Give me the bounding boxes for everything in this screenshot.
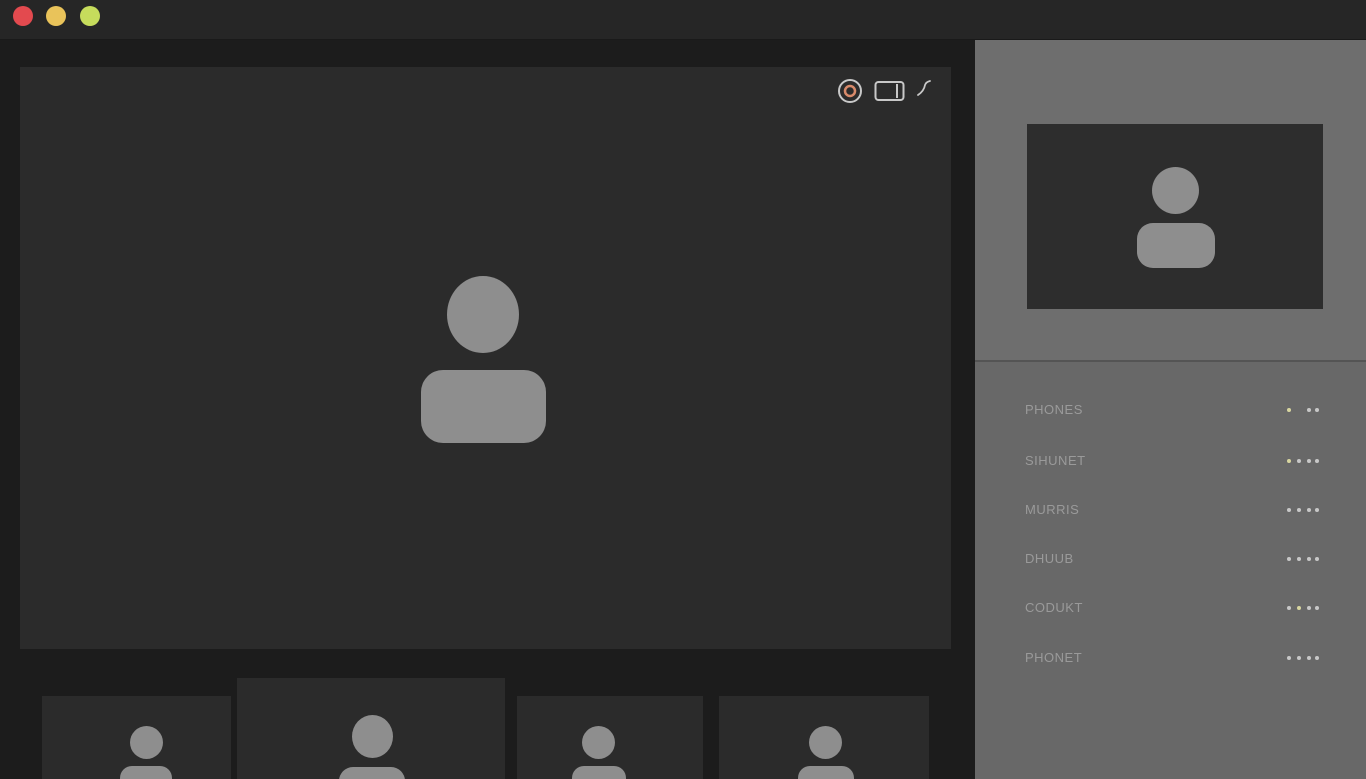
main-stage	[0, 40, 975, 779]
participant-tile[interactable]	[42, 696, 231, 779]
close-window-button[interactable]	[13, 6, 33, 26]
avatar-head	[447, 276, 519, 353]
participant-name: DHUUB	[1025, 551, 1074, 566]
participant-row[interactable]: DHUUB	[975, 547, 1366, 571]
avatar-body	[421, 370, 546, 443]
video-call-window: PHONES SIHUNET MURRIS DHUUB CODUKT PHONE…	[0, 0, 1366, 779]
screen-share-icon[interactable]	[874, 80, 906, 102]
avatar-head	[809, 726, 842, 759]
participant-row[interactable]: PHONES	[975, 398, 1366, 422]
participant-name: PHONES	[1025, 402, 1083, 417]
participant-tile[interactable]	[237, 678, 505, 779]
avatar-head	[1152, 167, 1199, 214]
participant-row[interactable]: SIHUNET	[975, 449, 1366, 473]
participant-name: SIHUNET	[1025, 453, 1086, 468]
expand-icon[interactable]	[915, 78, 935, 100]
minimize-window-button[interactable]	[46, 6, 66, 26]
participant-list: PHONES SIHUNET MURRIS DHUUB CODUKT PHONE…	[975, 362, 1366, 779]
status-indicator	[1287, 604, 1327, 612]
avatar-head	[582, 726, 615, 759]
side-panel: PHONES SIHUNET MURRIS DHUUB CODUKT PHONE…	[975, 40, 1366, 779]
participant-tile[interactable]	[719, 696, 929, 779]
participant-name: PHONET	[1025, 650, 1083, 665]
status-indicator	[1287, 506, 1327, 514]
status-indicator	[1287, 654, 1327, 662]
status-indicator	[1287, 457, 1327, 465]
title-bar	[0, 0, 1366, 40]
record-icon[interactable]	[837, 78, 863, 104]
self-view-section	[975, 40, 1366, 362]
status-indicator	[1287, 555, 1327, 563]
avatar-head	[130, 726, 163, 759]
participant-tile[interactable]	[517, 696, 703, 779]
participant-row[interactable]: PHONET	[975, 646, 1366, 670]
participant-row[interactable]: MURRIS	[975, 498, 1366, 522]
self-view-video[interactable]	[1027, 124, 1323, 309]
active-speaker-video[interactable]	[20, 67, 951, 649]
maximize-window-button[interactable]	[80, 6, 100, 26]
avatar-body	[572, 766, 626, 779]
avatar-body	[120, 766, 172, 779]
participant-row[interactable]: CODUKT	[975, 596, 1366, 620]
participant-name: MURRIS	[1025, 502, 1080, 517]
video-controls	[829, 78, 939, 104]
avatar-head	[352, 715, 393, 758]
avatar-body	[1137, 223, 1215, 268]
avatar-body	[339, 767, 405, 779]
participant-name: CODUKT	[1025, 600, 1083, 615]
status-indicator	[1287, 406, 1327, 414]
avatar-body	[798, 766, 854, 779]
